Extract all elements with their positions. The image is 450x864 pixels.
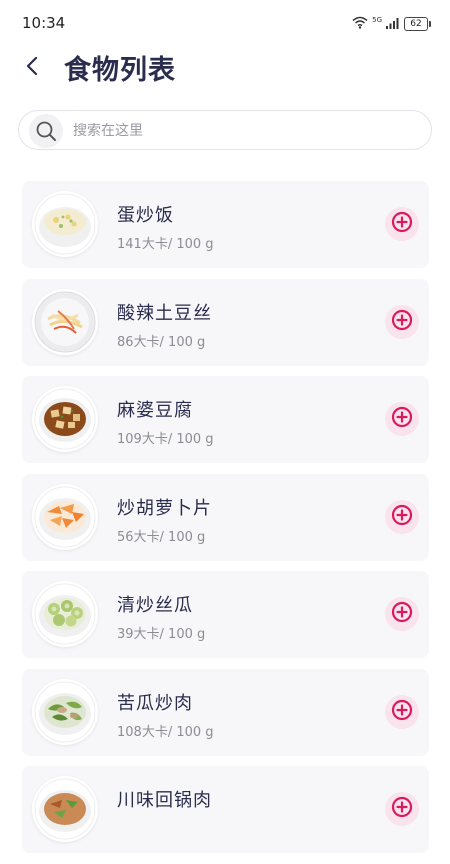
chevron-left-icon xyxy=(25,56,39,80)
search-icon[interactable] xyxy=(29,114,63,148)
food-item[interactable]: 蛋炒饭 141大卡/ 100 g xyxy=(22,181,429,268)
food-item[interactable]: 清炒丝瓜 39大卡/ 100 g xyxy=(22,571,429,658)
food-calories: 39大卡/ 100 g xyxy=(117,627,206,642)
dish-image-mapo-tofu xyxy=(32,386,98,452)
status-icons: 5G 62 xyxy=(352,14,431,33)
food-item[interactable]: 川味回锅肉 xyxy=(22,766,429,853)
plus-circle-icon xyxy=(391,601,413,627)
add-button[interactable] xyxy=(385,402,419,436)
wifi-icon xyxy=(352,14,368,33)
food-list: 蛋炒饭 141大卡/ 100 g 酸辣土豆丝 86大卡/ 100 g 麻婆豆腐 … xyxy=(22,181,429,864)
battery-icon: 62 xyxy=(404,16,431,31)
header: 食物列表 xyxy=(0,44,450,92)
plus-circle-icon xyxy=(391,406,413,432)
add-button[interactable] xyxy=(385,792,419,826)
add-button[interactable] xyxy=(385,499,419,534)
dish-image-bitter-melon-pork xyxy=(32,678,98,745)
dish-image-twice-cooked-pork xyxy=(32,776,98,842)
food-name: 炒胡萝卜片 xyxy=(117,497,212,519)
food-name: 清炒丝瓜 xyxy=(117,595,193,616)
status-bar: 10:34 5G 62 xyxy=(0,0,450,48)
plus-circle-icon xyxy=(391,211,413,237)
plus-circle-icon xyxy=(391,504,413,530)
dish-image-loofah xyxy=(32,581,98,647)
food-calories: 108大卡/ 100 g xyxy=(117,724,214,740)
plus-circle-icon xyxy=(391,699,413,725)
food-name: 川味回锅肉 xyxy=(117,790,212,811)
add-button[interactable] xyxy=(385,694,419,729)
add-button[interactable] xyxy=(385,597,419,631)
food-item[interactable]: 酸辣土豆丝 86大卡/ 100 g xyxy=(22,278,429,366)
status-time: 10:34 xyxy=(22,14,66,32)
dish-image-shredded-potato xyxy=(32,288,98,355)
plus-circle-icon xyxy=(391,309,413,335)
add-button[interactable] xyxy=(385,207,419,241)
food-name: 苦瓜炒肉 xyxy=(117,692,193,714)
add-button[interactable] xyxy=(385,304,419,339)
signal-icon xyxy=(386,14,400,33)
search-input[interactable] xyxy=(71,111,415,151)
back-button[interactable] xyxy=(16,52,48,84)
food-calories: 86大卡/ 100 g xyxy=(117,334,206,350)
food-calories: 141大卡/ 100 g xyxy=(117,237,214,252)
food-name: 酸辣土豆丝 xyxy=(117,302,212,324)
dish-image-egg-fried-rice xyxy=(32,191,98,257)
page-title: 食物列表 xyxy=(64,55,176,86)
food-name: 麻婆豆腐 xyxy=(117,400,193,421)
food-item[interactable]: 苦瓜炒肉 108大卡/ 100 g xyxy=(22,668,429,756)
food-calories: 109大卡/ 100 g xyxy=(117,432,214,447)
food-item[interactable]: 炒胡萝卜片 56大卡/ 100 g xyxy=(22,473,429,561)
food-calories: 56大卡/ 100 g xyxy=(117,529,206,545)
food-item[interactable]: 麻婆豆腐 109大卡/ 100 g xyxy=(22,376,429,463)
food-name: 蛋炒饭 xyxy=(117,205,174,226)
dish-image-carrot-slices xyxy=(32,483,98,550)
search-box[interactable] xyxy=(18,110,432,151)
network-type: 5G xyxy=(372,15,382,24)
